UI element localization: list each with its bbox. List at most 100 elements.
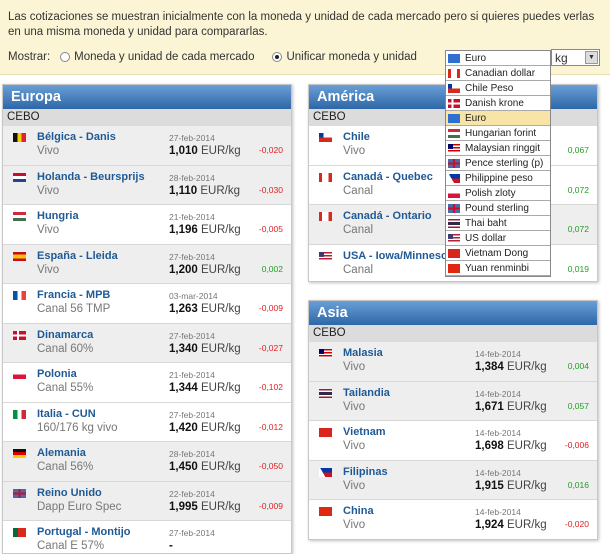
market-name-link[interactable]: Polonia [37,368,77,380]
price: 1,995 EUR/kg [169,501,241,513]
market-name-link[interactable]: Chile [343,131,370,143]
flag-hungary-icon [448,128,460,138]
currency-option[interactable]: Danish krone [446,96,550,111]
market-name-link[interactable]: España - Lleida [37,250,118,262]
currency-option-label: US dollar [465,232,507,244]
currency-option[interactable]: Yuan renminbi [446,261,550,276]
currency-option[interactable]: US dollar [446,231,550,246]
price-value: 1,450 [169,461,198,473]
price-change: -0,005 [258,224,283,234]
flag-germany-icon [13,449,26,458]
market-name-link[interactable]: Holanda - Beursprijs [37,171,145,183]
flag-vietnam-icon [319,428,332,437]
price-date: 14-feb-2014 [475,467,521,478]
market-row[interactable]: Bélgica - Danis Vivo 27-feb-2014 1,010 E… [3,126,291,166]
currency-selected[interactable]: Euro [446,51,550,66]
flag-canada-icon [448,68,460,78]
market-name-link[interactable]: Malasia [343,347,383,359]
currency-option-label: Yuan renminbi [465,262,529,274]
market-row[interactable]: Francia - MPB Canal 56 TMP 03-mar-2014 1… [3,284,291,324]
market-name-link[interactable]: China [343,505,374,517]
price-change: 0,004 [567,361,589,371]
market-name-link[interactable]: Hungria [37,210,79,222]
market-name-link[interactable]: Tailandia [343,387,390,399]
market-name-link[interactable]: Bélgica - Danis [37,131,116,143]
notice-text: Las cotizaciones se muestran inicialment… [8,11,595,38]
currency-option[interactable]: Pound sterling [446,201,550,216]
market-row[interactable]: Tailandia Vivo 14-feb-2014 1,671 EUR/kg … [309,381,597,421]
radio-market-currency[interactable] [60,52,71,62]
currency-option[interactable]: Polish zloty [446,186,550,201]
radio-market-currency-label[interactable]: Moneda y unidad de cada mercado [74,51,254,63]
currency-option[interactable]: Thai baht [446,216,550,231]
flag-poland-icon [13,370,26,379]
currency-option[interactable]: Chile Peso [446,81,550,96]
price-unit: EUR/kg [506,519,547,531]
market-row[interactable]: Polonia Canal 55% 21-feb-2014 1,344 EUR/… [3,363,291,403]
market-name-link[interactable]: Filipinas [343,466,388,478]
flag-poland-icon [448,188,460,198]
flag-uk-icon [13,488,26,498]
market-row[interactable]: Portugal - Montijo Canal E 57% 27-feb-20… [3,521,291,553]
price-change: -0,009 [258,303,283,313]
flag-denmark-icon [13,330,26,340]
currency-option[interactable]: Hungarian forint [446,126,550,141]
market-name-link[interactable]: Francia - MPB [37,289,110,301]
price-date: 14-feb-2014 [475,428,521,438]
market-type: Canal 56 TMP [37,303,111,315]
price-change: -0,027 [258,342,283,353]
price-change: -0,020 [564,519,589,529]
market-row[interactable]: Dinamarca Canal 60% 27-feb-2014 1,340 EU… [3,323,291,363]
market-name-link[interactable]: Portugal - Montijo [37,526,130,538]
flag-philippines-icon [448,173,460,183]
price-date: 14-feb-2014 [475,349,521,359]
market-name-link[interactable]: Alemania [37,447,86,459]
market-name-link[interactable]: Canadá - Quebec [343,171,433,183]
currency-option[interactable]: Malaysian ringgit [446,141,550,156]
currency-dropdown[interactable]: Euro Canadian dollar Chile Peso Danish kron… [445,50,551,277]
market-name-link[interactable]: Canadá - Ontario [343,210,432,222]
price-change: 0,002 [261,263,283,274]
price-change: 0,067 [567,145,589,155]
flag-belgium-icon [13,133,26,142]
group-label: CEBO [309,325,597,342]
currency-option-label: Chile Peso [465,82,514,94]
market-name-link[interactable]: Reino Unido [37,487,102,499]
currency-option[interactable]: Vietnam Dong [446,246,550,261]
price-change: 0,072 [567,184,589,195]
market-name-link[interactable]: Vietnam [343,426,386,438]
market-row[interactable]: China Vivo 14-feb-2014 1,924 EUR/kg -0,0… [309,500,597,539]
market-row[interactable]: Vietnam Vivo 14-feb-2014 1,698 EUR/kg -0… [309,421,597,461]
market-row[interactable]: Hungria Vivo 21-feb-2014 1,196 EUR/kg -0… [3,205,291,245]
flag-usa-icon [448,233,460,243]
currency-option-label: Pence sterling (p) [465,157,544,169]
market-row[interactable]: España - Lleida Vivo 27-feb-2014 1,200 E… [3,244,291,284]
flag-spain-icon [13,251,26,261]
radio-unify-currency[interactable] [272,52,283,62]
unit-select[interactable]: kg ▼ [551,49,600,66]
currency-option[interactable]: Philippine peso [446,171,550,186]
market-row[interactable]: Reino Unido Dapp Euro Spec 22-feb-2014 1… [3,481,291,521]
price-value: 1,924 [475,519,504,531]
flag-netherlands-icon [13,172,26,182]
market-type: Canal [343,224,374,236]
market-row[interactable]: Malasia Vivo 14-feb-2014 1,384 EUR/kg 0,… [309,342,597,382]
market-row[interactable]: Italia - CUN 160/176 kg vivo 27-feb-2014… [3,403,291,442]
flag-denmark-icon [448,98,460,108]
flag-canada-icon [319,212,332,221]
radio-unify-currency-label[interactable]: Unificar moneda y unidad [286,51,416,63]
market-row[interactable]: Filipinas Vivo 14-feb-2014 1,915 EUR/kg … [309,460,597,500]
currency-option[interactable]: Pence sterling (p) [446,156,550,171]
market-row[interactable]: Holanda - Beursprijs Vivo 28-feb-2014 1,… [3,165,291,205]
price: 1,110 EUR/kg [169,185,240,197]
market-row[interactable]: Alemania Canal 56% 28-feb-2014 1,450 EUR… [3,442,291,482]
currency-option-label: Hungarian forint [465,127,537,139]
currency-option[interactable]: Canadian dollar [446,66,550,81]
chevron-down-icon[interactable]: ▼ [585,51,598,64]
market-name-link[interactable]: Dinamarca [37,329,93,341]
market-name-link[interactable]: USA - Iowa/Minnesota [343,250,458,262]
price-date: 28-feb-2014 [169,449,215,459]
market-name-link[interactable]: Italia - CUN [37,408,96,420]
currency-option[interactable]: Euro [446,111,550,126]
price-value: 1,344 [169,382,198,394]
